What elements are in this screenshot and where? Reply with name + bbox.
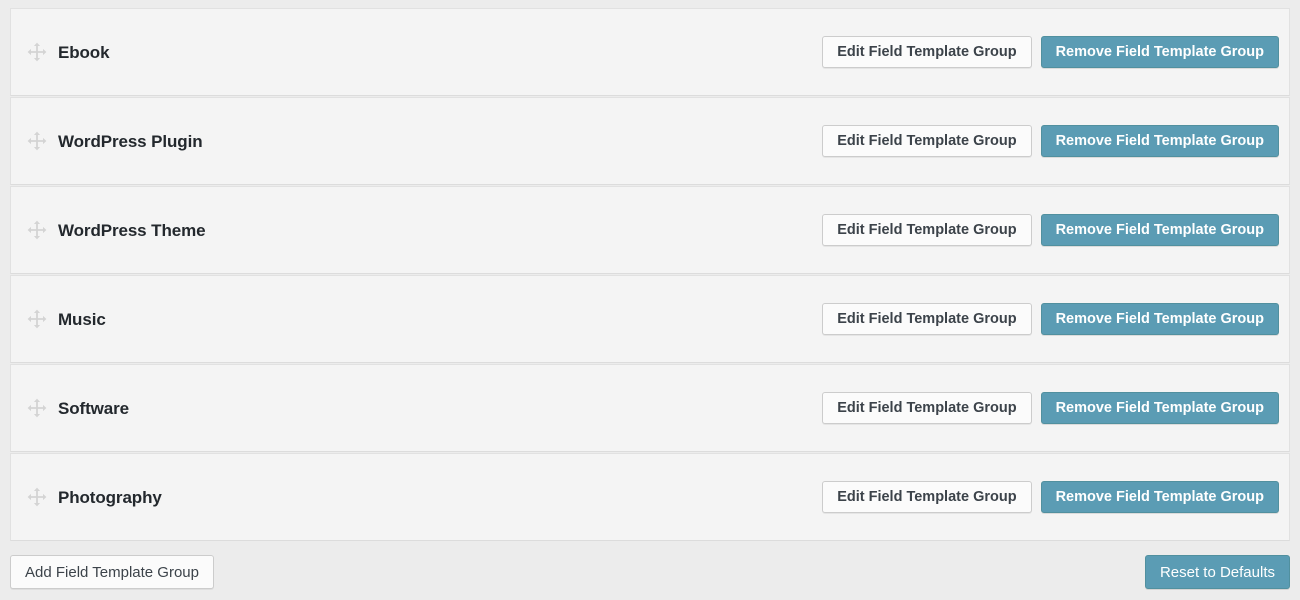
row-actions: Edit Field Template Group Remove Field T…	[822, 125, 1279, 157]
add-field-template-group-button[interactable]: Add Field Template Group	[10, 555, 214, 589]
field-template-group-title: Music	[58, 309, 106, 329]
edit-field-template-group-button[interactable]: Edit Field Template Group	[822, 36, 1032, 68]
row-left: Software	[27, 398, 822, 418]
reset-to-defaults-button[interactable]: Reset to Defaults	[1144, 555, 1290, 589]
field-template-groups-panel: Ebook Edit Field Template Group Remove F…	[0, 0, 1300, 600]
row-left: Music	[27, 309, 822, 329]
row-left: Ebook	[27, 42, 822, 62]
move-icon[interactable]	[27, 487, 47, 507]
edit-field-template-group-button[interactable]: Edit Field Template Group	[822, 303, 1032, 335]
field-template-group-row[interactable]: Music Edit Field Template Group Remove F…	[10, 275, 1290, 363]
move-icon[interactable]	[27, 42, 47, 62]
row-left: Photography	[27, 487, 822, 507]
move-icon[interactable]	[27, 131, 47, 151]
field-template-group-row[interactable]: WordPress Theme Edit Field Template Grou…	[10, 186, 1290, 274]
field-template-group-row[interactable]: WordPress Plugin Edit Field Template Gro…	[10, 97, 1290, 185]
remove-field-template-group-button[interactable]: Remove Field Template Group	[1040, 125, 1279, 157]
field-template-group-list: Ebook Edit Field Template Group Remove F…	[10, 8, 1290, 541]
field-template-group-title: Software	[58, 398, 129, 418]
field-template-group-title: WordPress Theme	[58, 220, 206, 240]
move-icon[interactable]	[27, 309, 47, 329]
field-template-group-row[interactable]: Photography Edit Field Template Group Re…	[10, 453, 1290, 541]
remove-field-template-group-button[interactable]: Remove Field Template Group	[1040, 303, 1279, 335]
row-actions: Edit Field Template Group Remove Field T…	[822, 481, 1279, 513]
row-actions: Edit Field Template Group Remove Field T…	[822, 36, 1279, 68]
remove-field-template-group-button[interactable]: Remove Field Template Group	[1040, 214, 1279, 246]
field-template-group-title: Ebook	[58, 42, 110, 62]
row-actions: Edit Field Template Group Remove Field T…	[822, 303, 1279, 335]
panel-footer: Add Field Template Group Reset to Defaul…	[10, 555, 1290, 589]
row-left: WordPress Theme	[27, 220, 822, 240]
remove-field-template-group-button[interactable]: Remove Field Template Group	[1040, 36, 1279, 68]
field-template-group-row[interactable]: Software Edit Field Template Group Remov…	[10, 364, 1290, 452]
move-icon[interactable]	[27, 398, 47, 418]
field-template-group-title: Photography	[58, 487, 162, 507]
field-template-group-row[interactable]: Ebook Edit Field Template Group Remove F…	[10, 8, 1290, 96]
move-icon[interactable]	[27, 220, 47, 240]
edit-field-template-group-button[interactable]: Edit Field Template Group	[822, 481, 1032, 513]
field-template-group-title: WordPress Plugin	[58, 131, 203, 151]
remove-field-template-group-button[interactable]: Remove Field Template Group	[1040, 392, 1279, 424]
row-actions: Edit Field Template Group Remove Field T…	[822, 214, 1279, 246]
edit-field-template-group-button[interactable]: Edit Field Template Group	[822, 214, 1032, 246]
remove-field-template-group-button[interactable]: Remove Field Template Group	[1040, 481, 1279, 513]
edit-field-template-group-button[interactable]: Edit Field Template Group	[822, 125, 1032, 157]
row-actions: Edit Field Template Group Remove Field T…	[822, 392, 1279, 424]
row-left: WordPress Plugin	[27, 131, 822, 151]
edit-field-template-group-button[interactable]: Edit Field Template Group	[822, 392, 1032, 424]
